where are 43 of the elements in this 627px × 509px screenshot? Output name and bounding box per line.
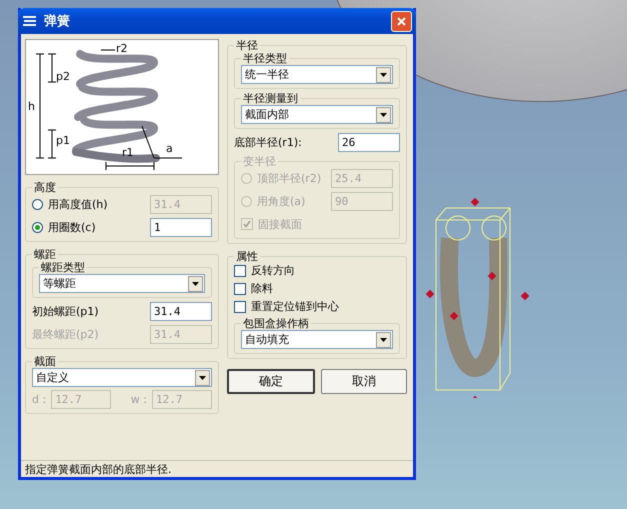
input-field[interactable]: 1 — [150, 218, 212, 236]
group-title: 半径 — [235, 39, 259, 52]
radio-button[interactable] — [32, 222, 43, 232]
group-title: 属性 — [235, 250, 259, 263]
close-icon — [397, 16, 406, 26]
group-title: 螺距类型 — [40, 261, 86, 274]
field-label: d : — [32, 393, 46, 406]
group-title: 截面 — [33, 355, 57, 368]
dimension-label: p2 — [56, 70, 70, 83]
dropdown[interactable]: 自定义 — [32, 368, 212, 387]
checkbox[interactable] — [234, 264, 246, 276]
group-title: 包围盒操作柄 — [242, 317, 310, 330]
checkbox-option[interactable]: 反转方向 — [234, 263, 400, 278]
checkbox[interactable] — [234, 282, 246, 294]
status-bar: 指定弹簧截面内部的底部半径. — [21, 460, 413, 477]
input-field[interactable]: 31.4 — [150, 302, 212, 320]
group-title: 高度 — [33, 181, 57, 194]
dialog-button[interactable]: 取消 — [321, 369, 407, 394]
group-title: 半径测量到 — [242, 92, 299, 105]
dropdown[interactable]: 等螺距 — [39, 274, 205, 293]
field-label: w : — [130, 393, 147, 406]
dimension-label: a — [166, 142, 173, 155]
group-title: 变半径 — [242, 155, 277, 168]
field-label: 最终螺距(p2) — [32, 326, 99, 342]
dialog-button[interactable]: 确定 — [227, 369, 315, 394]
input-field[interactable]: 26 — [338, 132, 400, 152]
checkbox-option[interactable]: 重置定位锚到中心 — [234, 299, 400, 314]
checkbox[interactable] — [234, 300, 246, 312]
group-title: 螺距 — [33, 248, 57, 261]
dropdown[interactable]: 统一半径 — [241, 65, 393, 84]
close-button[interactable] — [391, 10, 412, 32]
dimension-label: r2 — [116, 42, 128, 55]
dimension-label: h — [28, 100, 35, 113]
checkbox-option[interactable]: 除料 — [234, 281, 400, 296]
window-title: 弹簧 — [44, 12, 71, 30]
dropdown[interactable]: 截面内部 — [241, 105, 393, 124]
dimension-label: r1 — [122, 146, 134, 159]
radio-option[interactable]: 用圈数(c) — [32, 220, 96, 234]
dropdown[interactable]: 自动填充 — [241, 330, 393, 349]
group-title: 半径类型 — [242, 52, 288, 65]
field-label: 底部半径(r1): — [234, 134, 302, 150]
dimension-label: p1 — [56, 134, 70, 147]
field-label: 初始螺距(p1) — [32, 304, 99, 318]
